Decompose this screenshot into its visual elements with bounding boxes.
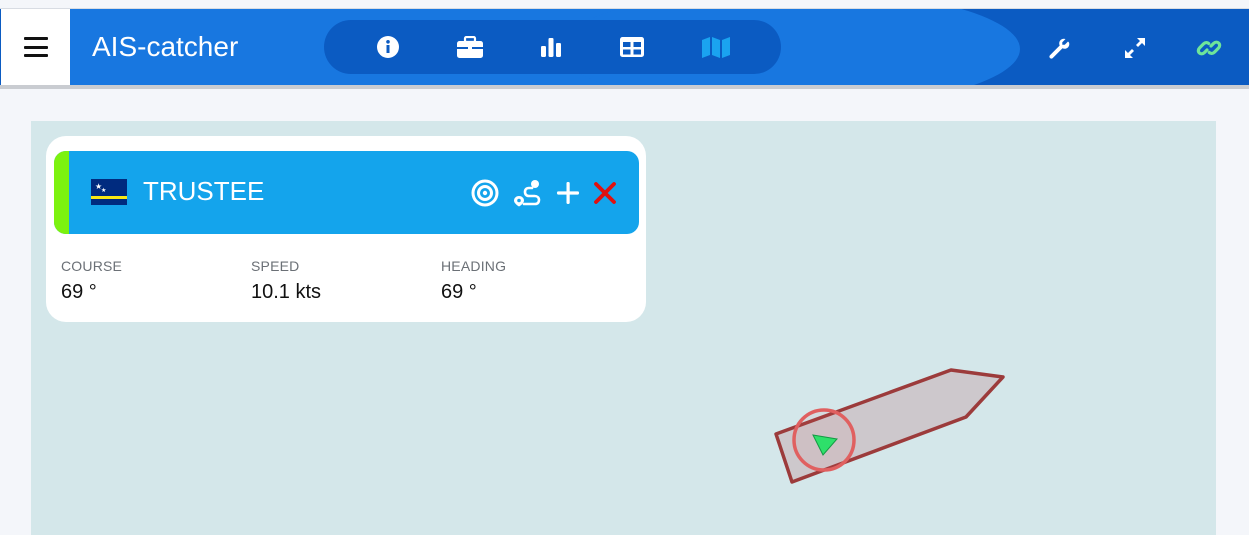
status-stripe — [54, 151, 69, 234]
app-header: AIS-catcher — [0, 9, 1249, 85]
stat-label: COURSE — [61, 258, 123, 274]
close-icon[interactable] — [589, 177, 621, 209]
target-icon[interactable] — [469, 177, 501, 209]
curacao-flag-icon: ★ ★ — [91, 179, 127, 205]
stat-value: 10.1 kts — [251, 281, 322, 303]
stat-speed: SPEED 10.1 kts — [251, 258, 321, 304]
chart-icon[interactable] — [531, 31, 571, 63]
hamburger-icon — [23, 37, 48, 57]
app-title: AIS-catcher — [92, 31, 239, 62]
stat-value: 69 ° — [441, 281, 477, 303]
table-icon[interactable] — [612, 31, 652, 63]
stat-value: 69 ° — [61, 281, 97, 303]
wrench-icon[interactable] — [1044, 33, 1074, 63]
vessel-info-card: ★ ★ TRUSTEE COURSE 69 ° SPEED 10.1 kts HE… — [46, 136, 646, 322]
briefcase-icon[interactable] — [450, 31, 490, 63]
link-icon[interactable] — [1194, 33, 1224, 63]
stat-course: COURSE 69 ° — [61, 258, 122, 304]
nav-bar — [324, 20, 781, 74]
stat-label: SPEED — [251, 258, 300, 274]
top-strip — [0, 0, 1249, 9]
vessel-card-header: ★ ★ TRUSTEE — [54, 151, 639, 234]
route-icon[interactable] — [511, 177, 543, 209]
stat-heading: HEADING 69 ° — [441, 258, 506, 304]
menu-button[interactable] — [1, 9, 70, 85]
info-icon[interactable] — [368, 31, 408, 63]
stat-label: HEADING — [441, 258, 507, 274]
vessel-name: TRUSTEE — [143, 176, 265, 206]
expand-icon[interactable] — [1120, 33, 1150, 63]
plus-icon[interactable] — [552, 177, 584, 209]
map-icon[interactable] — [696, 31, 736, 63]
header-divider — [0, 85, 1249, 89]
